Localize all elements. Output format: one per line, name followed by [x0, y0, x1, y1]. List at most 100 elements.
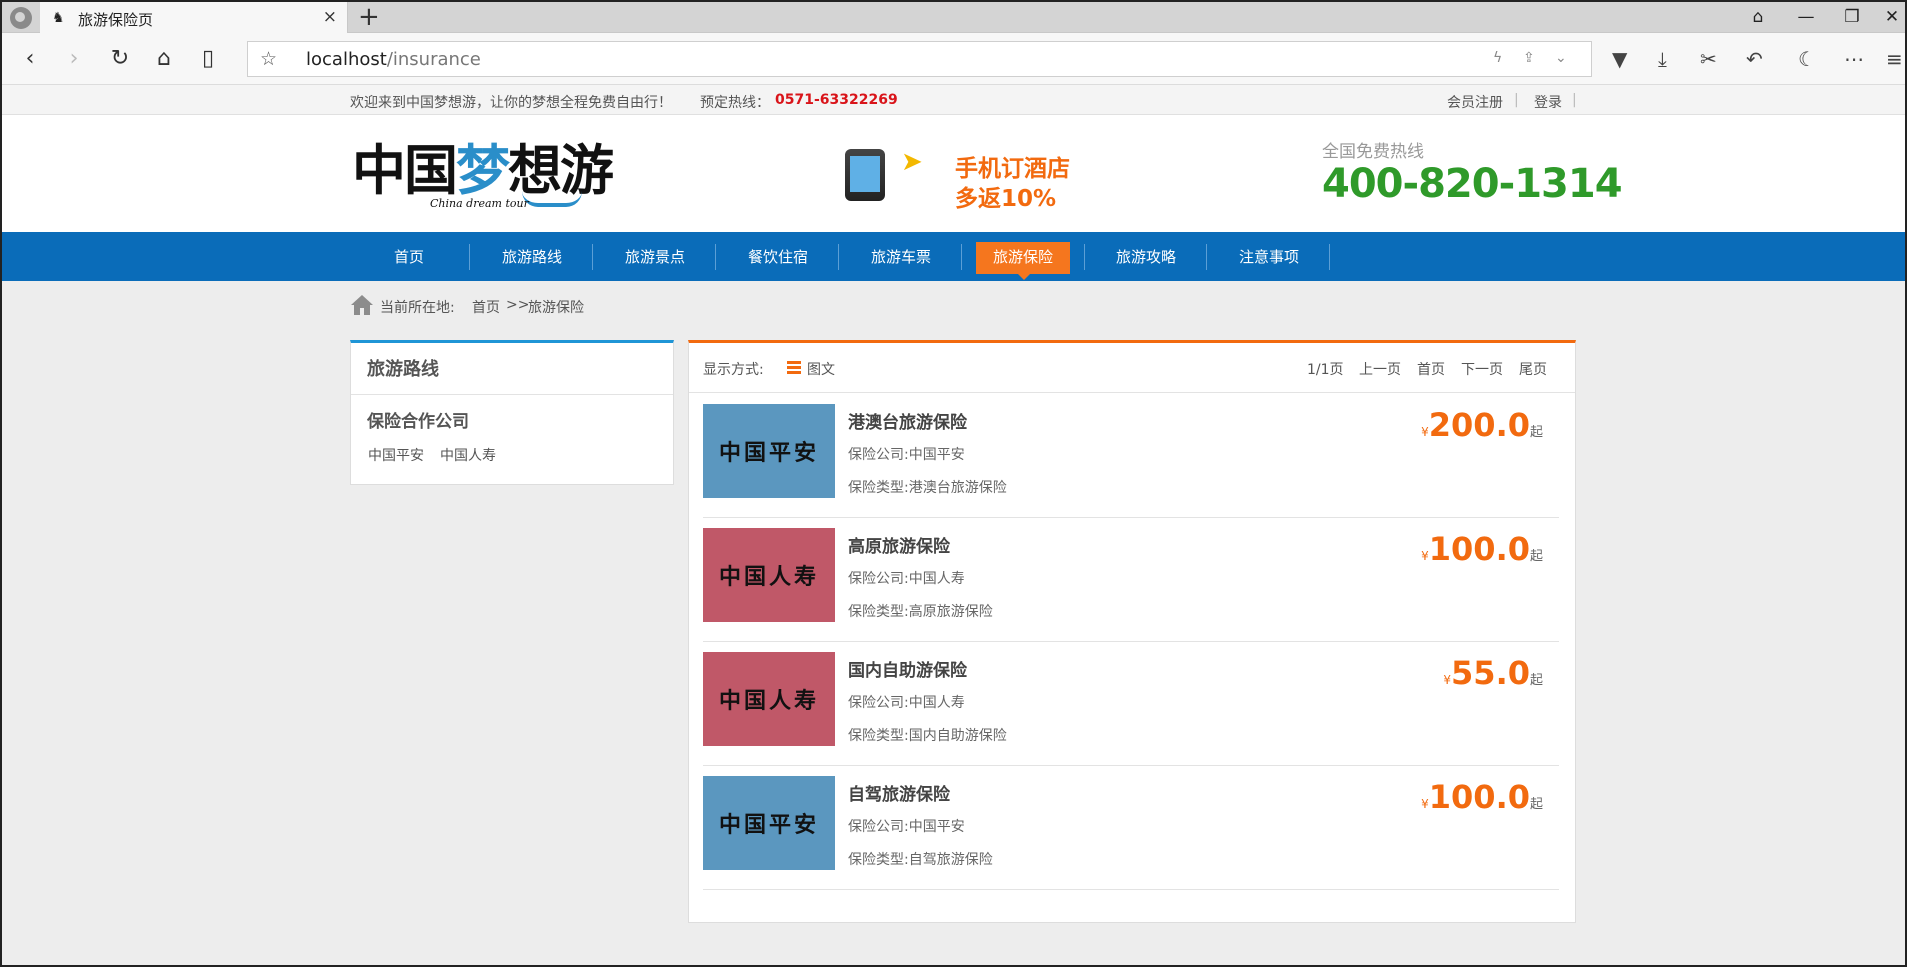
- free-hotline-number: 400-820-1314: [1322, 161, 1623, 207]
- page-info: 1/1页: [1307, 362, 1344, 378]
- list-header: 显示方式: 图文 1/1页 上一页 首页 下一页 尾页: [689, 343, 1575, 393]
- tab-close-icon[interactable]: ×: [323, 7, 337, 27]
- item-title[interactable]: 高原旅游保险: [848, 532, 950, 557]
- free-hotline-label: 全国免费热线: [1322, 142, 1424, 162]
- first-page-link[interactable]: 首页: [1417, 359, 1445, 379]
- prev-page-link[interactable]: 上一页: [1359, 359, 1401, 379]
- item-type: 保险类型:高原旅游保险: [848, 604, 993, 620]
- logo-wave-icon: [522, 191, 582, 207]
- item-company: 保险公司:中国人寿: [848, 695, 965, 711]
- sidebar-link-renshou[interactable]: 中国人寿: [440, 445, 496, 465]
- browser-logo-icon[interactable]: [10, 7, 32, 29]
- logo-subtitle: China dream tour: [430, 197, 529, 210]
- sidebar-subtitle: 保险合作公司: [367, 412, 469, 432]
- next-page-link[interactable]: 下一页: [1461, 359, 1503, 379]
- item-price: ¥100.0起: [1421, 530, 1543, 568]
- list-item[interactable]: 中国平安 自驾旅游保险 保险公司:中国平安 保险类型:自驾旅游保险 ¥100.0…: [703, 766, 1559, 890]
- house-icon: [351, 295, 373, 315]
- list-item[interactable]: 中国平安 港澳台旅游保险 保险公司:中国平安 保险类型:港澳台旅游保险 ¥200…: [703, 394, 1559, 518]
- nav-item-dining[interactable]: 餐饮住宿: [731, 242, 825, 274]
- share-icon[interactable]: ⇪: [1523, 50, 1535, 66]
- topbar-separator: |: [1572, 92, 1577, 108]
- booking-hotline-label: 预定热线：: [700, 95, 770, 111]
- nav-item-home[interactable]: 首页: [362, 242, 456, 274]
- nav-item-attractions[interactable]: 旅游景点: [608, 242, 702, 274]
- menu-icon[interactable]: ≡: [1886, 45, 1903, 73]
- browser-window: ♞ 旅游保险页 × + ⌂ — ❐ ✕ ‹ › ↻ ⌂ ▯ ☆ localhos…: [0, 0, 1907, 967]
- item-thumbnail[interactable]: 中国平安: [703, 404, 835, 498]
- nav-item-insurance[interactable]: 旅游保险: [976, 242, 1070, 280]
- nav-separator: [469, 244, 470, 270]
- breadcrumb-arrow: >>: [506, 297, 530, 313]
- browser-titlebar: ♞ 旅游保险页 × + ⌂ — ❐ ✕: [2, 2, 1905, 33]
- reading-view-icon[interactable]: ▯: [194, 45, 222, 73]
- sidebar-link-pingan[interactable]: 中国平安: [368, 445, 424, 465]
- forward-icon[interactable]: ›: [60, 45, 88, 73]
- item-thumbnail[interactable]: 中国平安: [703, 776, 835, 870]
- lightning-icon[interactable]: ϟ: [1493, 50, 1502, 66]
- display-mode-label: 显示方式:: [703, 362, 764, 378]
- item-type: 保险类型:自驾旅游保险: [848, 852, 993, 868]
- nav-item-tickets[interactable]: 旅游车票: [854, 242, 948, 274]
- item-company: 保险公司:中国人寿: [848, 571, 965, 587]
- booking-hotline-number: 0571-63322269: [775, 92, 898, 108]
- item-title[interactable]: 自驾旅游保险: [848, 780, 950, 805]
- item-title[interactable]: 港澳台旅游保险: [848, 408, 967, 433]
- list-view-icon[interactable]: [787, 361, 801, 374]
- mobile-hotel-promo[interactable]: ➤ 手机订酒店 多返10%: [825, 145, 1095, 212]
- close-window-icon[interactable]: ✕: [1872, 4, 1905, 30]
- favorite-star-icon[interactable]: ☆: [260, 48, 277, 70]
- nav-item-notices[interactable]: 注意事项: [1222, 242, 1316, 274]
- nav-item-routes[interactable]: 旅游路线: [485, 242, 579, 274]
- item-price: ¥100.0起: [1421, 778, 1543, 816]
- download-icon[interactable]: ⤓: [1658, 45, 1667, 73]
- shield-v-icon[interactable]: ▼: [1612, 45, 1627, 73]
- nav-separator: [1329, 244, 1330, 270]
- item-type: 保险类型:港澳台旅游保险: [848, 480, 1007, 496]
- item-price: ¥55.0起: [1443, 654, 1543, 692]
- breadcrumb-home-link[interactable]: 首页: [472, 297, 500, 317]
- insurance-list-panel: 显示方式: 图文 1/1页 上一页 首页 下一页 尾页 中国平安 港澳台旅游保险…: [688, 340, 1576, 923]
- night-mode-icon[interactable]: ☾: [1798, 45, 1816, 73]
- restore-icon[interactable]: ❐: [1832, 4, 1872, 30]
- browser-tab[interactable]: ♞ 旅游保险页 ×: [40, 2, 348, 33]
- nav-separator: [715, 244, 716, 270]
- display-mode-option[interactable]: 图文: [807, 359, 835, 379]
- item-title[interactable]: 国内自助游保险: [848, 656, 967, 681]
- nav-separator: [838, 244, 839, 270]
- tab-title: 旅游保险页: [78, 11, 154, 29]
- main-nav: 首页 旅游路线 旅游景点 餐饮住宿 旅游车票 旅游保险 旅游攻略 注意事项: [2, 232, 1905, 281]
- sidebar-divider: [351, 394, 673, 395]
- last-page-link[interactable]: 尾页: [1519, 359, 1547, 379]
- member-register-link[interactable]: 会员注册: [1447, 92, 1503, 112]
- nav-separator: [961, 244, 962, 270]
- home-icon[interactable]: ⌂: [150, 45, 178, 73]
- list-item[interactable]: 中国人寿 国内自助游保险 保险公司:中国人寿 保险类型:国内自助游保险 ¥55.…: [703, 642, 1559, 766]
- undo-icon[interactable]: ↶: [1746, 45, 1763, 73]
- sidebar-title[interactable]: 旅游路线: [367, 355, 439, 381]
- nav-separator: [592, 244, 593, 270]
- dropdown-chevron-icon[interactable]: ⌄: [1555, 50, 1567, 66]
- new-tab-button[interactable]: +: [358, 3, 380, 31]
- nav-separator: [1084, 244, 1085, 270]
- site-topbar: 欢迎来到中国梦想游，让你的梦想全程免费自由行！ 预定热线： 0571-63322…: [2, 85, 1905, 115]
- shirt-icon[interactable]: ⌂: [1738, 4, 1778, 30]
- reload-icon[interactable]: ↻: [106, 45, 134, 73]
- item-price: ¥200.0起: [1421, 406, 1543, 444]
- minimize-icon[interactable]: —: [1786, 4, 1826, 30]
- site-logo[interactable]: 中国梦想游 China dream tour: [352, 135, 614, 215]
- more-icon[interactable]: ⋯: [1844, 45, 1864, 73]
- topbar-separator: |: [1514, 92, 1519, 108]
- list-item[interactable]: 中国人寿 高原旅游保险 保险公司:中国人寿 保险类型:高原旅游保险 ¥100.0…: [703, 518, 1559, 642]
- nav-item-guides[interactable]: 旅游攻略: [1099, 242, 1193, 274]
- item-thumbnail[interactable]: 中国人寿: [703, 528, 835, 622]
- item-thumbnail[interactable]: 中国人寿: [703, 652, 835, 746]
- phone-icon: [845, 149, 885, 201]
- scissors-icon[interactable]: ✂: [1700, 45, 1717, 73]
- browser-toolbar: ‹ › ↻ ⌂ ▯ ☆ localhost/insurance ϟ ⇪ ⌄ ▼ …: [2, 33, 1905, 85]
- login-link[interactable]: 登录: [1534, 92, 1562, 112]
- address-bar[interactable]: ☆ localhost/insurance ϟ ⇪ ⌄: [247, 41, 1592, 77]
- url-text[interactable]: localhost/insurance: [306, 49, 481, 70]
- back-icon[interactable]: ‹: [16, 45, 44, 73]
- item-type: 保险类型:国内自助游保险: [848, 728, 1007, 744]
